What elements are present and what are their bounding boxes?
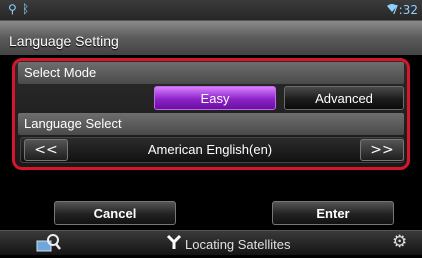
previous-language-button[interactable]: << [24,139,68,161]
language-select-label: Language Select [24,116,122,131]
enter-button[interactable]: Enter [272,201,394,225]
page-title: Language Setting [9,33,119,49]
status-time: 7:32 [391,3,418,17]
satellite-icon [166,234,182,254]
bluetooth-icon: ᛒ [22,2,30,16]
status-bar [0,0,422,21]
language-value: American English(en) [147,142,273,157]
next-language-button[interactable]: >> [360,139,404,161]
gear-icon[interactable]: ⚙ [392,232,407,252]
usb-icon: ⚲ [8,2,17,16]
select-mode-label: Select Mode [24,65,97,80]
easy-button[interactable]: Easy [154,86,276,110]
search-map-icon[interactable] [36,233,62,253]
advanced-button[interactable]: Advanced [284,86,404,110]
cancel-button[interactable]: Cancel [54,201,176,225]
gps-status-text: Locating Satellites [185,237,291,252]
